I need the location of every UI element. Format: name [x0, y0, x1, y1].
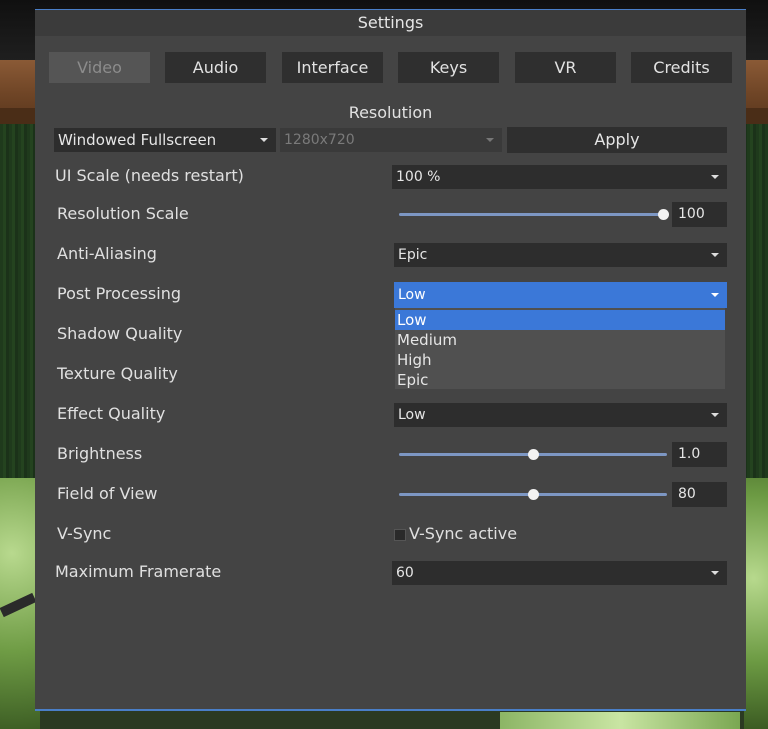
resolution-scale-input[interactable]: 100	[672, 202, 727, 227]
max-framerate-value: 60	[396, 565, 414, 581]
brightness-slider-handle[interactable]	[528, 449, 539, 460]
anti-aliasing-dropdown[interactable]: Epic	[394, 243, 727, 267]
chevron-down-icon	[711, 413, 719, 417]
apply-button[interactable]: Apply	[507, 127, 727, 153]
resolution-scale-label: Resolution Scale	[57, 204, 189, 223]
tab-audio[interactable]: Audio	[165, 52, 266, 83]
window-title[interactable]: Settings	[35, 10, 746, 36]
chevron-down-icon	[260, 138, 268, 142]
shadow-quality-label: Shadow Quality	[57, 324, 183, 343]
effect-quality-value: Low	[398, 407, 426, 423]
brightness-input[interactable]: 1.0	[672, 442, 727, 467]
vsync-checkbox[interactable]	[394, 529, 406, 541]
max-framerate-label: Maximum Framerate	[55, 562, 222, 581]
chevron-down-icon	[486, 138, 494, 142]
max-framerate-dropdown[interactable]: 60	[392, 561, 727, 585]
window-mode-dropdown[interactable]: Windowed Fullscreen	[54, 128, 276, 152]
post-processing-label: Post Processing	[57, 284, 181, 303]
option-high[interactable]: High	[395, 350, 725, 370]
vsync-checkbox-label[interactable]: V-Sync active	[409, 523, 517, 545]
background-lettuce-bottom	[500, 712, 740, 729]
background-lettuce-right	[744, 478, 768, 729]
chevron-down-icon	[711, 293, 719, 297]
window-mode-value: Windowed Fullscreen	[58, 131, 217, 149]
post-processing-value: Low	[398, 287, 426, 303]
resolution-scale-slider-handle[interactable]	[658, 209, 669, 220]
chevron-down-icon	[711, 253, 719, 257]
effect-quality-label: Effect Quality	[57, 404, 166, 423]
chevron-down-icon	[711, 175, 719, 179]
option-epic[interactable]: Epic	[395, 370, 725, 390]
field-of-view-slider-handle[interactable]	[528, 489, 539, 500]
field-of-view-input[interactable]: 80	[672, 482, 727, 507]
anti-aliasing-label: Anti-Aliasing	[57, 244, 157, 263]
vsync-label: V-Sync	[57, 524, 112, 543]
anti-aliasing-value: Epic	[398, 247, 428, 263]
tab-vr[interactable]: VR	[515, 52, 616, 83]
ui-scale-dropdown[interactable]: 100 %	[392, 165, 727, 189]
ui-scale-label: UI Scale (needs restart)	[55, 166, 244, 185]
post-processing-dropdown[interactable]: Low	[394, 282, 727, 308]
brightness-label: Brightness	[57, 444, 143, 463]
tab-keys[interactable]: Keys	[398, 52, 499, 83]
tab-interface[interactable]: Interface	[282, 52, 383, 83]
resolution-size-value: 1280x720	[284, 132, 355, 148]
tab-video[interactable]: Video	[49, 52, 150, 83]
option-medium[interactable]: Medium	[395, 330, 725, 350]
field-of-view-label: Field of View	[57, 484, 158, 503]
resolution-section-title: Resolution	[348, 103, 433, 122]
post-processing-options-popup: Low Medium High Epic	[395, 308, 725, 389]
ui-scale-value: 100 %	[396, 169, 441, 185]
texture-quality-label: Texture Quality	[57, 364, 178, 383]
resolution-scale-slider[interactable]	[399, 213, 663, 216]
resolution-size-dropdown[interactable]: 1280x720	[280, 128, 502, 152]
settings-window: Settings Video Audio Interface Keys VR C…	[35, 9, 746, 711]
chevron-down-icon	[711, 571, 719, 575]
tab-credits[interactable]: Credits	[631, 52, 732, 83]
option-low[interactable]: Low	[395, 310, 725, 330]
effect-quality-dropdown[interactable]: Low	[394, 403, 727, 427]
